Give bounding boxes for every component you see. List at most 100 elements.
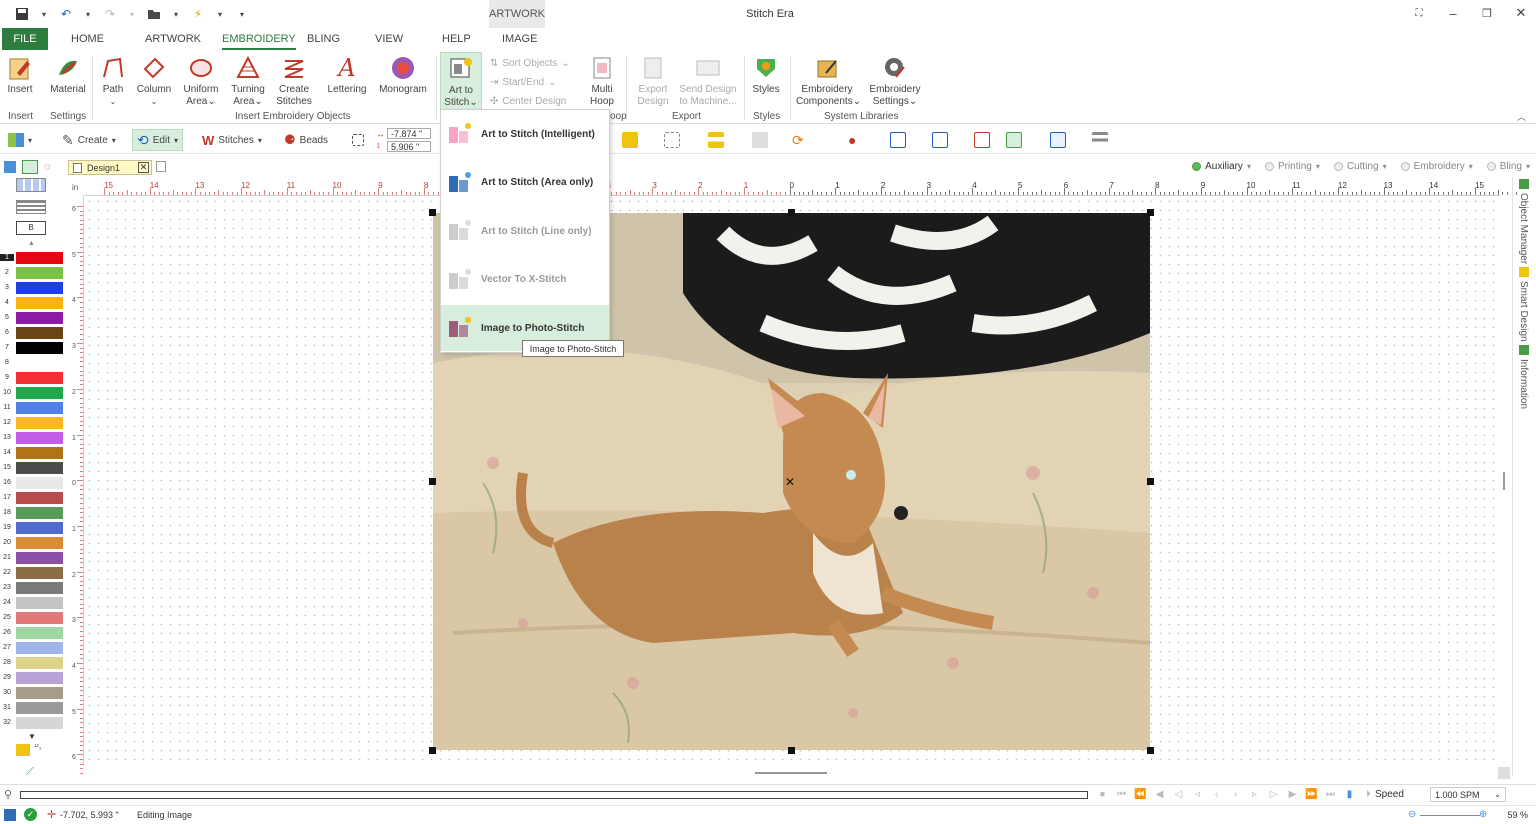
layer-toggle[interactable]: Auxiliary ▾ (1192, 161, 1251, 172)
menu-item[interactable]: Art to Stitch (Intelligent) (441, 111, 609, 157)
horizontal-scrollbar[interactable] (755, 772, 827, 774)
palette-swatch[interactable]: 25 (0, 610, 66, 625)
zoom-fit-icon[interactable] (1006, 132, 1022, 148)
palette-swatch[interactable]: 29 (0, 670, 66, 685)
color-picker-icon[interactable]: ● (848, 132, 864, 148)
palette-swatch[interactable]: 32 (0, 715, 66, 730)
resize-handle-br[interactable] (1147, 747, 1154, 754)
palette-swatch[interactable]: 15 (0, 460, 66, 475)
monogram-button[interactable]: Monogram (378, 52, 428, 110)
vertical-scrollbar[interactable] (1503, 472, 1505, 490)
prev-color-icon[interactable]: ⏪ (1134, 788, 1147, 801)
resize-handle-t[interactable] (788, 209, 795, 216)
start-end-button[interactable]: ⇥ Start/End ⌄ (490, 73, 578, 92)
stop-icon[interactable]: ⏹ (1096, 788, 1109, 801)
next-100-icon[interactable]: ▷ (1267, 788, 1280, 801)
prev-10-icon[interactable]: ◃ (1191, 788, 1204, 801)
layer-toggle[interactable]: Printing ▾ (1264, 161, 1320, 172)
palette-swatch[interactable]: 4 (0, 295, 66, 310)
bounding-box-icon[interactable] (352, 134, 364, 146)
palette-swatch[interactable]: 18 (0, 505, 66, 520)
palette-swatch[interactable]: 20 (0, 535, 66, 550)
layer-toggle[interactable]: Embroidery ▾ (1400, 161, 1473, 172)
chevron-down-icon[interactable]: ▾ (36, 6, 52, 22)
tab-information[interactable]: Information (1518, 359, 1529, 409)
palette-swatch[interactable]: 11 (0, 400, 66, 415)
needle-icon[interactable]: ⟋ (26, 766, 34, 779)
palette-swatch[interactable]: 1 (0, 250, 66, 265)
speed-select[interactable]: 1.000 SPM ⌄ (1430, 787, 1506, 802)
resize-handle-r[interactable] (1147, 478, 1154, 485)
zoom-page-icon[interactable] (1050, 132, 1066, 148)
undo-icon[interactable]: ↶ (58, 6, 74, 22)
save-icon[interactable] (14, 6, 30, 22)
view-mode-button[interactable]: ▾ (8, 129, 32, 151)
palette-list-icon[interactable] (16, 200, 46, 214)
tab-view[interactable]: VIEW (375, 28, 403, 50)
tab-help[interactable]: HELP (442, 28, 471, 50)
palette-swatch[interactable]: 21 (0, 550, 66, 565)
palette-swatch[interactable]: 30 (0, 685, 66, 700)
menu-item[interactable]: Art to Stitch (Line only) (441, 208, 609, 254)
resize-handle-bl[interactable] (429, 747, 436, 754)
next-object-icon[interactable]: ▶ (1286, 788, 1299, 801)
lightning-icon[interactable]: ⚡ (190, 6, 206, 22)
x-position-input[interactable]: -7.874 " (387, 128, 431, 139)
collapse-ribbon-icon[interactable]: ︿ (1517, 110, 1526, 123)
palette-swatch[interactable]: 7 (0, 340, 66, 355)
align-icon[interactable] (708, 132, 724, 148)
sequence-icon[interactable]: ¹²₃ (34, 744, 42, 751)
palette-b-icon[interactable]: B (16, 221, 46, 235)
center-marker-icon[interactable]: ✕ (785, 475, 795, 489)
document-tab[interactable]: Design1 ✕ (68, 160, 152, 175)
zoom-in-icon[interactable]: ⊕ (1479, 809, 1487, 820)
edit-tool[interactable]: ⟲ Edit ▾ (132, 129, 183, 151)
resize-handle-l[interactable] (429, 478, 436, 485)
layer-toggle[interactable]: Cutting ▾ (1333, 161, 1387, 172)
zoom-slider[interactable] (1420, 815, 1480, 816)
step-icon[interactable]: ▮ (1343, 788, 1356, 801)
material-button[interactable]: Material (48, 52, 88, 110)
next-color-icon[interactable]: ⏩ (1305, 788, 1318, 801)
redo-icon[interactable]: ↷ (102, 6, 118, 22)
create-tool[interactable]: ✎ Create ▾ (62, 129, 116, 151)
layer-toggle[interactable]: Bling ▾ (1486, 161, 1530, 172)
resize-handle-tl[interactable] (429, 209, 436, 216)
align-grid-icon[interactable] (622, 132, 638, 148)
palette-swatch[interactable]: 5 (0, 310, 66, 325)
stitch-progress-bar[interactable] (20, 791, 1088, 799)
context-tab-artwork[interactable]: ARTWORK (489, 0, 545, 28)
palette-swatch[interactable]: 17 (0, 490, 66, 505)
sort-objects-button[interactable]: ⇅ Sort Objects ⌄ (490, 54, 578, 73)
rotate-icon[interactable]: ⟳ (792, 132, 808, 148)
send-design-button[interactable]: Send Design to Machine... (678, 52, 738, 110)
create-stitches-button[interactable]: Create Stitches (273, 52, 315, 110)
list-view-icon[interactable] (1092, 132, 1108, 148)
chevron-down-icon[interactable]: ▾ (168, 6, 184, 22)
last-icon[interactable]: ⏭ (1324, 788, 1337, 801)
resize-handle-b[interactable] (788, 747, 795, 754)
palette-view-icon[interactable] (16, 178, 46, 192)
palette-swatch[interactable]: 19 (0, 520, 66, 535)
path-button[interactable]: Path ⌄ (98, 52, 128, 110)
chevron-down-icon[interactable]: ▾ (80, 6, 96, 22)
first-icon[interactable]: ⏮ (1115, 788, 1128, 801)
group-icon[interactable] (664, 132, 680, 148)
lettering-button[interactable]: A Lettering (326, 52, 368, 110)
art-to-stitch-button[interactable]: Art to Stitch⌄ (440, 52, 482, 110)
resize-handle-tr[interactable] (1147, 209, 1154, 216)
palette-swatch[interactable]: 22 (0, 565, 66, 580)
open-folder-icon[interactable] (146, 6, 162, 22)
tab-bling[interactable]: BLING (307, 28, 340, 50)
palette-swatch[interactable]: 23 (0, 580, 66, 595)
next-10-icon[interactable]: ▹ (1248, 788, 1261, 801)
stitches-tool[interactable]: W Stitches ▾ (202, 129, 262, 151)
play-icon[interactable]: ⏵ (1362, 788, 1375, 801)
player-icon[interactable]: ⚲ (4, 788, 12, 801)
uniform-area-button[interactable]: Uniform Area⌄ (180, 52, 222, 110)
minimize-button[interactable]: – (1446, 4, 1460, 22)
prev-object-icon[interactable]: ◀ (1153, 788, 1166, 801)
new-document-icon[interactable] (156, 161, 166, 172)
column-button[interactable]: Column ⌄ (134, 52, 174, 110)
chevron-down-icon[interactable]: ▾ (212, 6, 228, 22)
